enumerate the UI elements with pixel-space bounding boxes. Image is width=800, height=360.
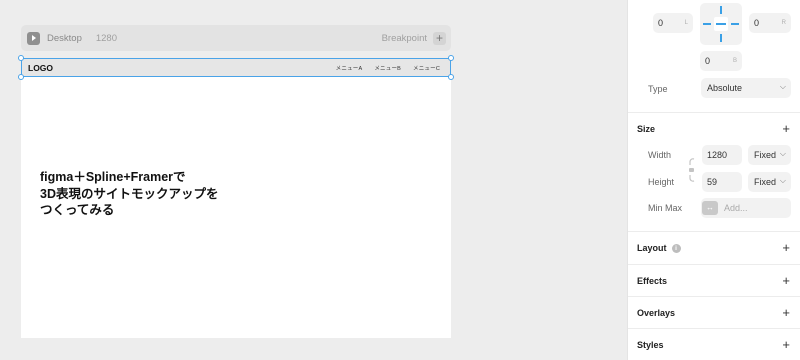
constraint-bottom-pin[interactable]: [720, 34, 722, 42]
position-right-value: 0: [754, 18, 760, 28]
properties-panel: 0 L 0 R 0 B Type Absolute ⌵ Size + Width…: [627, 0, 800, 360]
divider: [628, 328, 800, 329]
effects-add-button[interactable]: +: [782, 274, 790, 287]
navbar[interactable]: LOGO メニューA メニューB メニューC: [21, 58, 451, 77]
info-icon[interactable]: i: [671, 244, 681, 253]
minmax-placeholder: Add...: [724, 203, 748, 213]
width-mode-select[interactable]: Fixed ⌵: [748, 145, 791, 165]
effects-section-title: Effects: [637, 276, 668, 286]
position-left-value: 0: [658, 18, 664, 28]
canvas[interactable]: Desktop 1280 Breakpoint + LOGO メニューA メニュ…: [0, 0, 627, 360]
width-value: 1280: [707, 150, 728, 160]
resize-handle-bottom-right[interactable]: [448, 74, 454, 80]
breakpoint-bar[interactable]: Desktop 1280 Breakpoint +: [21, 25, 451, 51]
position-left-input[interactable]: 0 L: [653, 13, 693, 33]
chevron-down-icon: ⌵: [779, 176, 786, 185]
hero-heading[interactable]: figma＋Spline+Framerで 3D表現のサイトモックアップを つくっ…: [40, 169, 300, 219]
resize-handle-bottom-left[interactable]: [18, 74, 24, 80]
divider: [628, 264, 800, 265]
width-mode-value: Fixed: [754, 150, 777, 160]
width-input[interactable]: 1280: [702, 145, 742, 165]
height-mode-value: Fixed: [754, 177, 777, 187]
chevron-down-icon: ⌵: [779, 149, 786, 158]
layout-add-button[interactable]: +: [782, 241, 790, 254]
breakpoint-width: 1280: [95, 32, 117, 44]
type-label: Type: [648, 84, 668, 94]
desktop-frame[interactable]: LOGO メニューA メニューB メニューC figma＋Spline+Fram…: [18, 55, 454, 338]
resize-handle-top-left[interactable]: [18, 55, 24, 61]
overlays-section-title: Overlays: [637, 308, 676, 318]
height-value: 59: [707, 177, 718, 187]
size-section-title: Size: [637, 124, 656, 134]
logo[interactable]: LOGO: [28, 63, 53, 73]
constraint-top-pin[interactable]: [720, 6, 722, 14]
styles-section-title: Styles: [637, 340, 664, 350]
layout-label: Layout: [637, 243, 667, 253]
layout-section-title: Layout i: [637, 243, 681, 253]
position-bottom-value: 0: [705, 56, 711, 66]
position-left-sub: L: [684, 20, 688, 26]
position-right-input[interactable]: 0 R: [749, 13, 791, 33]
nav-link-b[interactable]: メニューB: [374, 64, 401, 72]
height-input[interactable]: 59: [702, 172, 742, 192]
height-label: Height: [648, 177, 675, 187]
minmax-label: Min Max: [648, 203, 683, 213]
constraint-left-pin[interactable]: [703, 23, 711, 25]
type-select[interactable]: Absolute ⌵: [701, 78, 791, 98]
size-add-button[interactable]: +: [782, 122, 790, 135]
position-bottom-sub: B: [732, 58, 737, 64]
constraint-widget[interactable]: [700, 3, 742, 45]
divider: [628, 231, 800, 232]
nav-link-c[interactable]: メニューC: [413, 64, 440, 72]
divider: [628, 112, 800, 113]
styles-add-button[interactable]: +: [782, 338, 790, 351]
minmax-icon: ↔: [702, 201, 718, 215]
resize-handle-top-right[interactable]: [448, 55, 454, 61]
link-icon[interactable]: [688, 157, 696, 183]
breakpoint-name: Desktop: [47, 32, 82, 44]
position-bottom-input[interactable]: 0 B: [700, 51, 742, 71]
play-icon[interactable]: [27, 31, 40, 45]
type-value: Absolute: [707, 83, 743, 93]
breakpoint-label: Breakpoint: [381, 32, 427, 44]
divider: [628, 296, 800, 297]
nav-link-a[interactable]: メニューA: [336, 64, 363, 72]
position-right-sub: R: [781, 20, 786, 26]
constraint-center-h: [716, 23, 726, 25]
add-breakpoint-button[interactable]: +: [433, 31, 446, 45]
overlays-add-button[interactable]: +: [782, 306, 790, 319]
height-mode-select[interactable]: Fixed ⌵: [748, 172, 791, 192]
constraint-right-pin[interactable]: [731, 23, 739, 25]
width-label: Width: [648, 150, 672, 160]
chevron-down-icon: ⌵: [779, 82, 786, 91]
